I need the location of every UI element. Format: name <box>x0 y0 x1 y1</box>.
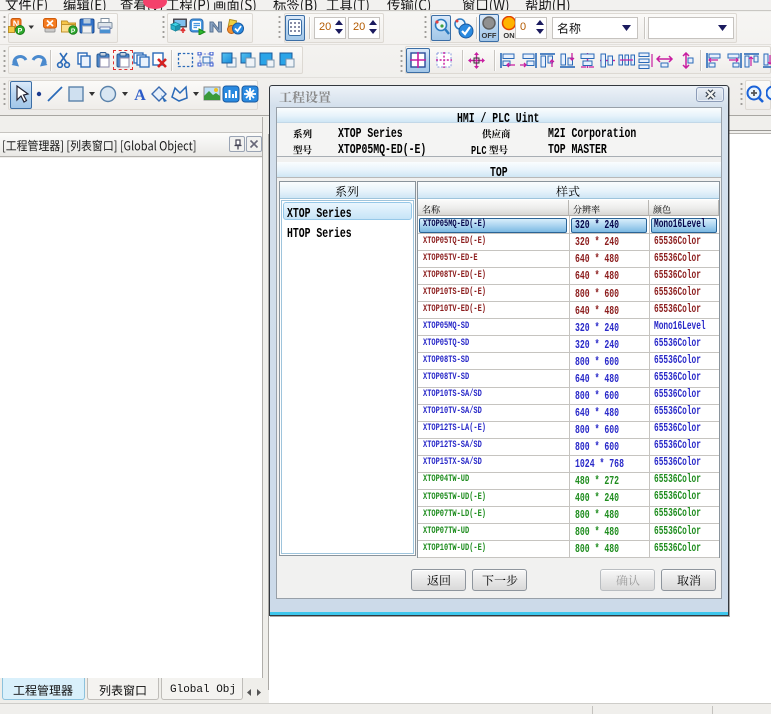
svg-text:OFF: OFF <box>482 31 497 40</box>
svg-text:P: P <box>71 28 76 35</box>
svg-text:ON: ON <box>503 31 514 40</box>
svg-text:P: P <box>18 28 23 35</box>
svg-text:A: A <box>134 87 146 103</box>
